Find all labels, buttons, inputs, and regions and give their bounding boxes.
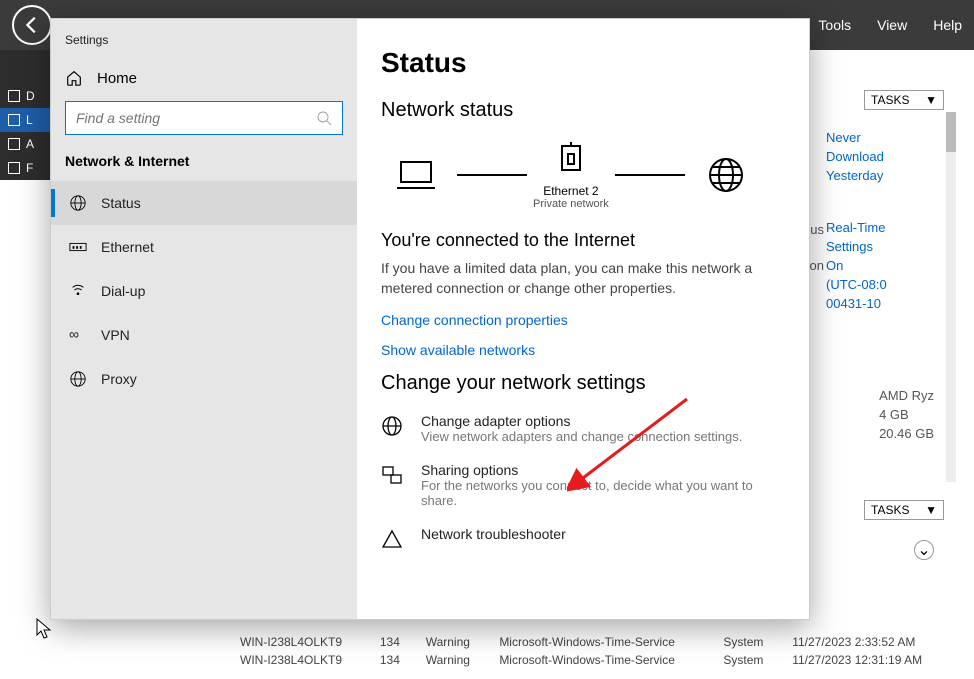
search-input-wrap[interactable] <box>65 101 343 135</box>
nav-label: Dial-up <box>101 283 145 299</box>
change-network-settings-heading: Change your network settings <box>381 372 785 395</box>
ethernet-icon <box>69 238 87 256</box>
home-label: Home <box>97 70 137 87</box>
settings-sidebar: Settings Home Network & Internet Status … <box>51 19 357 619</box>
nav-label: Status <box>101 195 141 211</box>
nav-status[interactable]: Status <box>51 181 357 225</box>
home-icon <box>65 69 83 87</box>
menu-tools[interactable]: Tools <box>818 17 851 33</box>
connection-status-body: If you have a limited data plan, you can… <box>381 259 785 298</box>
nav-ethernet[interactable]: Ethernet <box>51 225 357 269</box>
back-button[interactable] <box>12 5 52 45</box>
adapter-icon <box>550 140 592 178</box>
network-diagram: Ethernet 2 Private network <box>381 140 785 210</box>
tasks-dropdown[interactable]: TASKS▼ <box>864 500 944 520</box>
bg-info-panel-1: Never Download Yesterday <box>826 130 956 187</box>
home-button[interactable]: Home <box>51 61 357 101</box>
change-connection-properties-link[interactable]: Change connection properties <box>381 312 785 328</box>
bg-left-nav: D L A F <box>0 50 52 180</box>
bg-hw-info: AMD Ryz 4 GB 20.46 GB <box>879 388 934 445</box>
vpn-icon: ∞ <box>69 326 87 344</box>
adapter-type: Private network <box>533 198 609 210</box>
bg-menu: Tools View Help <box>818 17 962 33</box>
nav-label: Proxy <box>101 371 137 387</box>
bg-events-table: WIN-I238L4OLKT9134WarningMicrosoft-Windo… <box>230 633 954 669</box>
nav-vpn[interactable]: ∞ VPN <box>51 313 357 357</box>
computer-icon <box>395 156 437 194</box>
bg-nav-item[interactable]: A <box>0 132 52 156</box>
table-row[interactable]: WIN-I238L4OLKT9134WarningMicrosoft-Windo… <box>230 651 954 669</box>
change-adapter-options-item[interactable]: Change adapter options View network adap… <box>381 413 785 444</box>
adapter-name: Ethernet 2 <box>543 184 598 198</box>
window-title: Settings <box>51 31 357 61</box>
bg-nav-item[interactable]: F <box>0 156 52 180</box>
internet-globe-icon <box>705 156 747 194</box>
table-row[interactable]: WIN-I238L4OLKT9134WarningMicrosoft-Windo… <box>230 633 954 651</box>
setting-subtitle: For the networks you connect to, decide … <box>421 478 785 508</box>
chevron-down-icon: ▼ <box>925 93 937 107</box>
settings-window: Settings Home Network & Internet Status … <box>50 18 810 620</box>
search-icon <box>316 110 332 126</box>
tasks-dropdown[interactable]: TASKS▼ <box>864 90 944 110</box>
nav-proxy[interactable]: Proxy <box>51 357 357 401</box>
warning-icon <box>381 528 403 550</box>
menu-help[interactable]: Help <box>933 17 962 33</box>
network-status-heading: Network status <box>381 99 785 122</box>
dialup-icon <box>69 282 87 300</box>
globe-icon <box>69 194 87 212</box>
sharing-options-item[interactable]: Sharing options For the networks you con… <box>381 462 785 508</box>
setting-title: Sharing options <box>421 462 785 478</box>
show-available-networks-link[interactable]: Show available networks <box>381 342 785 358</box>
network-troubleshooter-item[interactable]: Network troubleshooter <box>381 526 785 555</box>
arrow-left-icon <box>21 14 43 36</box>
nav-label: VPN <box>101 327 130 343</box>
globe-icon <box>381 415 403 437</box>
bg-info-panel-2: Real-Time Settings On (UTC-08:0 00431-10 <box>826 220 956 315</box>
bg-nav-item-selected[interactable]: L <box>0 108 52 132</box>
page-title: Status <box>381 47 785 79</box>
setting-title: Change adapter options <box>421 413 742 429</box>
proxy-icon <box>69 370 87 388</box>
chevron-down-icon: ▼ <box>925 503 937 517</box>
sharing-icon <box>381 464 403 486</box>
category-header: Network & Internet <box>51 153 357 181</box>
cursor-icon <box>36 618 52 645</box>
setting-subtitle: View network adapters and change connect… <box>421 429 742 444</box>
nav-dialup[interactable]: Dial-up <box>51 269 357 313</box>
nav-label: Ethernet <box>101 239 154 255</box>
collapse-button[interactable]: ⌄ <box>914 540 934 560</box>
chevron-down-icon: ⌄ <box>917 540 930 560</box>
connection-status-heading: You're connected to the Internet <box>381 230 785 251</box>
bg-nav-item[interactable]: D <box>0 84 52 108</box>
search-input[interactable] <box>76 110 316 126</box>
menu-view[interactable]: View <box>877 17 907 33</box>
settings-content: Status Network status Ethernet 2 Private… <box>357 19 809 619</box>
setting-title: Network troubleshooter <box>421 526 566 542</box>
